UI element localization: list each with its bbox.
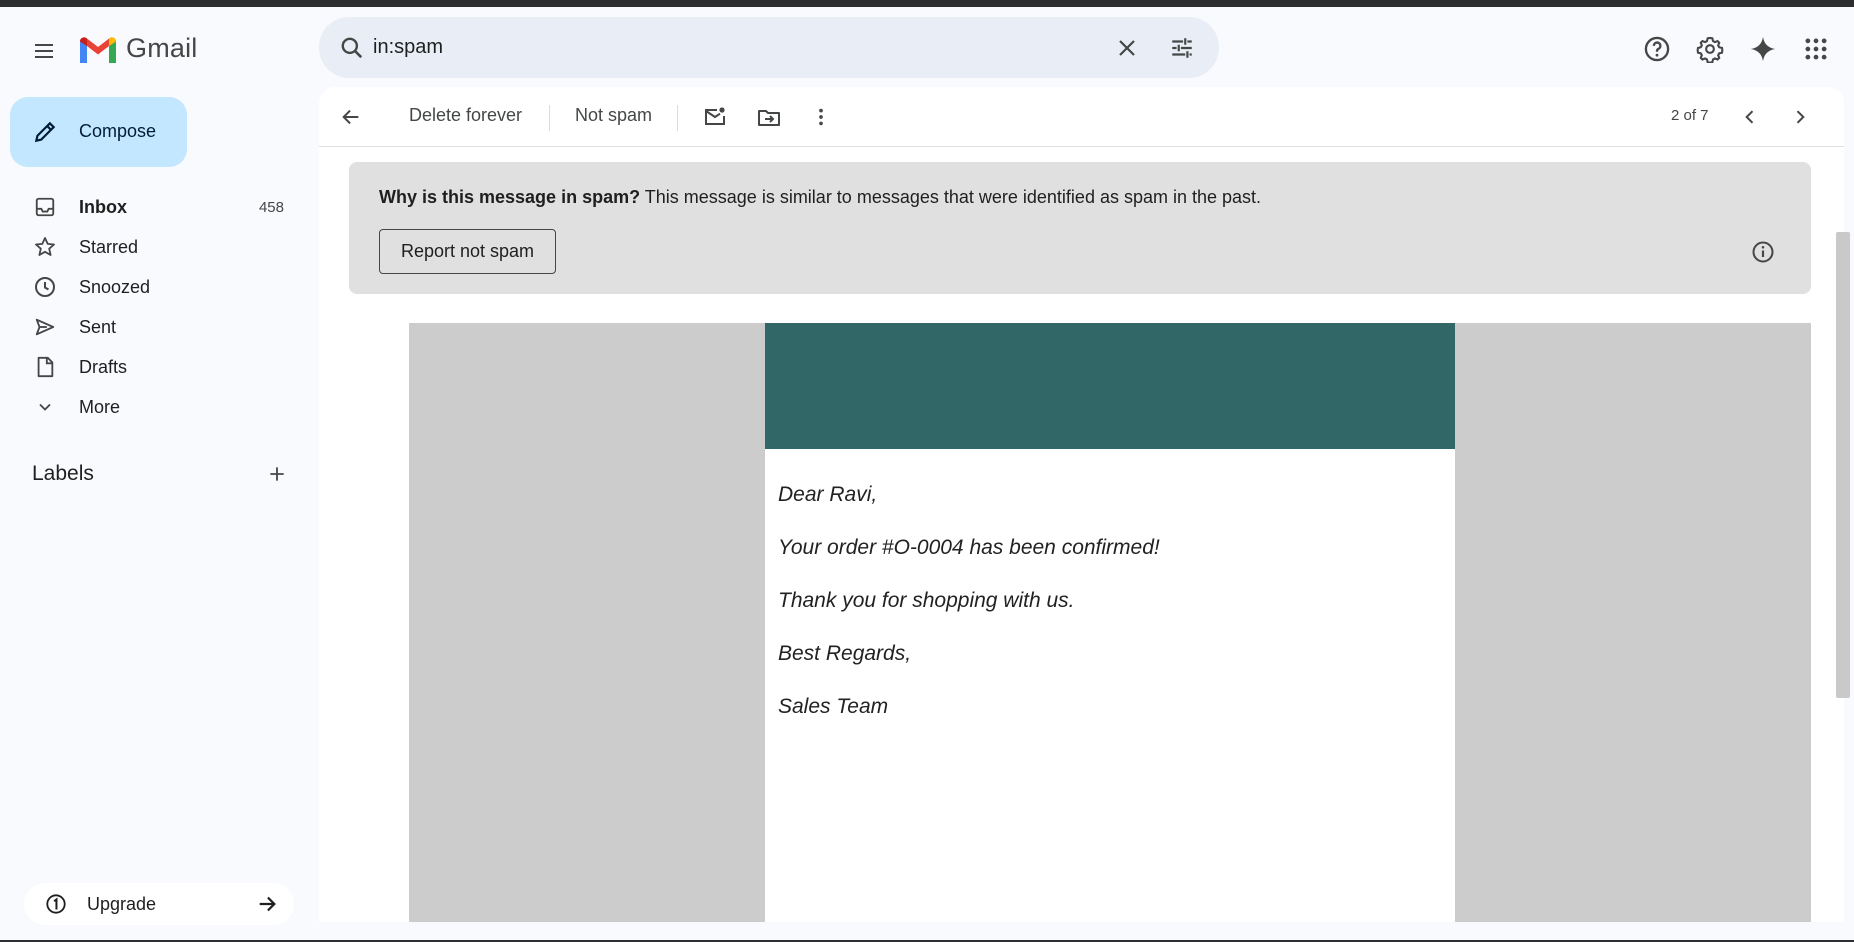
spam-reason-detail: This message is similar to messages that… [640,187,1262,207]
newer-button[interactable] [1732,99,1768,135]
create-label-button[interactable] [262,459,292,489]
plus-icon [270,467,284,481]
message-position: 2 of 7 [1671,107,1709,124]
inbox-icon [30,192,60,222]
more-vert-icon [819,108,823,126]
clear-search-button[interactable] [1108,29,1146,67]
gmail-wordmark: Gmail [126,33,198,63]
settings-button[interactable] [1690,29,1730,69]
chevron-right-icon [1796,110,1805,124]
sidebar-item-sent[interactable]: Sent [0,307,300,347]
email-body: Dear Ravi, Your order #O-0004 has been c… [409,323,1811,922]
message-toolbar: Delete forever Not spam 2 of 7 [319,87,1844,147]
support-button[interactable] [1637,29,1677,69]
move-to-folder-icon [758,110,780,126]
labels-heading: Labels [32,462,94,485]
delete-forever-button[interactable]: Delete forever [409,105,522,126]
sidebar-item-label: Inbox [79,196,127,217]
upgrade-label: Upgrade [87,894,157,914]
spam-reason-title: Why is this message in spam? [379,187,641,207]
older-button[interactable] [1782,99,1818,135]
upgrade-button[interactable]: Upgrade [24,883,294,925]
info-icon [1752,241,1774,263]
sidebar-item-inbox[interactable]: Inbox 458 [0,187,300,227]
arrow-right-icon [254,891,280,917]
clock-icon [30,272,60,302]
pencil-icon [30,117,60,147]
compose-button[interactable]: Compose [10,97,187,167]
message-view: Delete forever Not spam 2 of 7 Why is th… [319,87,1844,922]
compose-label: Compose [79,121,157,141]
sidebar-item-label: Drafts [79,356,128,377]
back-button[interactable] [333,99,369,135]
spam-info-button[interactable] [1749,238,1777,266]
email-greeting: Dear Ravi, [778,483,878,506]
email-signoff: Best Regards, [778,642,912,665]
hamburger-icon [35,44,53,58]
upgrade-badge-icon [44,892,68,916]
draft-icon [30,352,60,382]
gear-icon [1696,36,1724,63]
not-spam-button[interactable]: Not spam [575,105,652,126]
toolbar-divider [549,105,550,131]
tune-icon [1172,38,1192,58]
help-icon [1644,36,1670,62]
email-header-banner [765,323,1455,449]
more-options-button[interactable] [803,99,839,135]
sidebar-item-label: Sent [79,316,117,337]
email-content-card: Dear Ravi, Your order #O-0004 has been c… [765,323,1455,922]
gmail-m-icon [80,36,116,63]
email-order-line: Your order #O-0004 has been confirmed! [778,536,1160,559]
email-thanks-line: Thank you for shopping with us. [778,589,1075,612]
toolbar-divider [677,105,678,131]
sidebar-item-starred[interactable]: Starred [0,227,300,267]
chevron-left-icon [1745,110,1754,124]
gmail-logo[interactable]: Gmail [78,33,198,64]
gemini-button[interactable] [1743,29,1783,69]
send-icon [30,312,60,342]
window-top-strip [0,0,1854,7]
sidebar-item-label: Snoozed [79,276,151,297]
move-to-button[interactable] [751,99,787,135]
inbox-unread-count: 458 [258,198,284,216]
sidebar-item-drafts[interactable]: Drafts [0,347,300,387]
star-icon [30,232,60,262]
sparkle-icon [1750,36,1776,62]
sidebar-item-label: More [79,396,121,417]
chevron-down-icon [30,392,60,422]
email-signature: Sales Team [778,695,889,718]
app-header: Gmail [0,7,1854,87]
message-scrollbar[interactable] [1836,232,1850,698]
sidebar-item-label: Starred [79,236,139,257]
close-icon [1119,40,1135,56]
search-icon [341,37,363,59]
report-not-spam-button[interactable]: Report not spam [379,229,556,274]
spam-reason-text: Why is this message in spam? This messag… [379,187,1261,208]
search-input[interactable] [373,29,1073,65]
search-bar [319,17,1219,78]
sidebar-item-more[interactable]: More [0,387,300,427]
search-button[interactable] [335,31,369,65]
mark-unread-icon [705,107,725,125]
mark-unread-button[interactable] [697,99,733,135]
search-options-button[interactable] [1163,29,1201,67]
sidebar-item-snoozed[interactable]: Snoozed [0,267,300,307]
spam-warning-banner: Why is this message in spam? This messag… [349,162,1811,294]
apps-button[interactable] [1796,29,1836,69]
apps-grid-icon [1805,38,1827,60]
arrow-left-icon [342,109,359,125]
main-menu-button[interactable] [20,27,68,75]
